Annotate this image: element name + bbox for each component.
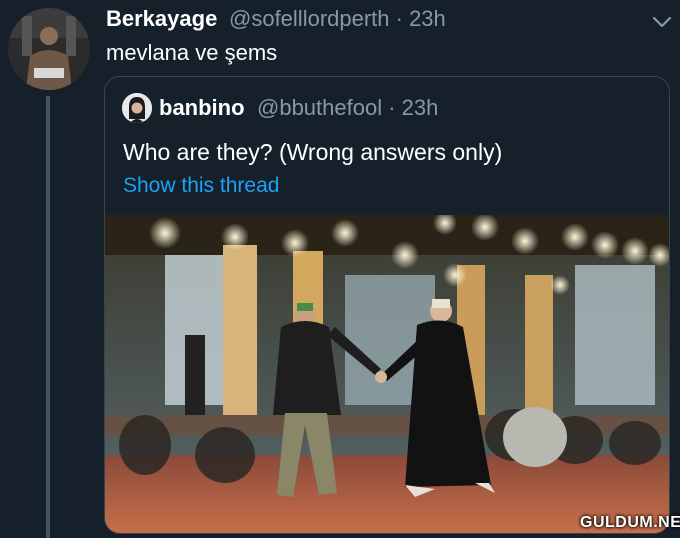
author-handle-time[interactable]: @sofelllordperth · 23h [229, 6, 446, 32]
quoted-tweet[interactable]: banbino @bbuthefool · 23h Who are they? … [104, 76, 670, 534]
author-avatar[interactable] [8, 8, 90, 90]
quoted-handle-time[interactable]: @bbuthefool · 23h [257, 95, 438, 121]
author-name[interactable]: Berkayage [106, 6, 217, 32]
quoted-tweet-text: Who are they? (Wrong answers only) [123, 139, 503, 165]
tweet-text: mevlana ve şems [106, 40, 278, 65]
watermark: GULDUM.NET [580, 514, 680, 531]
chevron-down-icon[interactable] [650, 10, 674, 34]
quoted-avatar[interactable] [122, 93, 152, 123]
quoted-photo[interactable] [105, 215, 669, 533]
thread-line [46, 96, 50, 538]
quoted-author-name[interactable]: banbino [159, 95, 245, 121]
show-thread-link[interactable]: Show this thread [123, 174, 279, 198]
